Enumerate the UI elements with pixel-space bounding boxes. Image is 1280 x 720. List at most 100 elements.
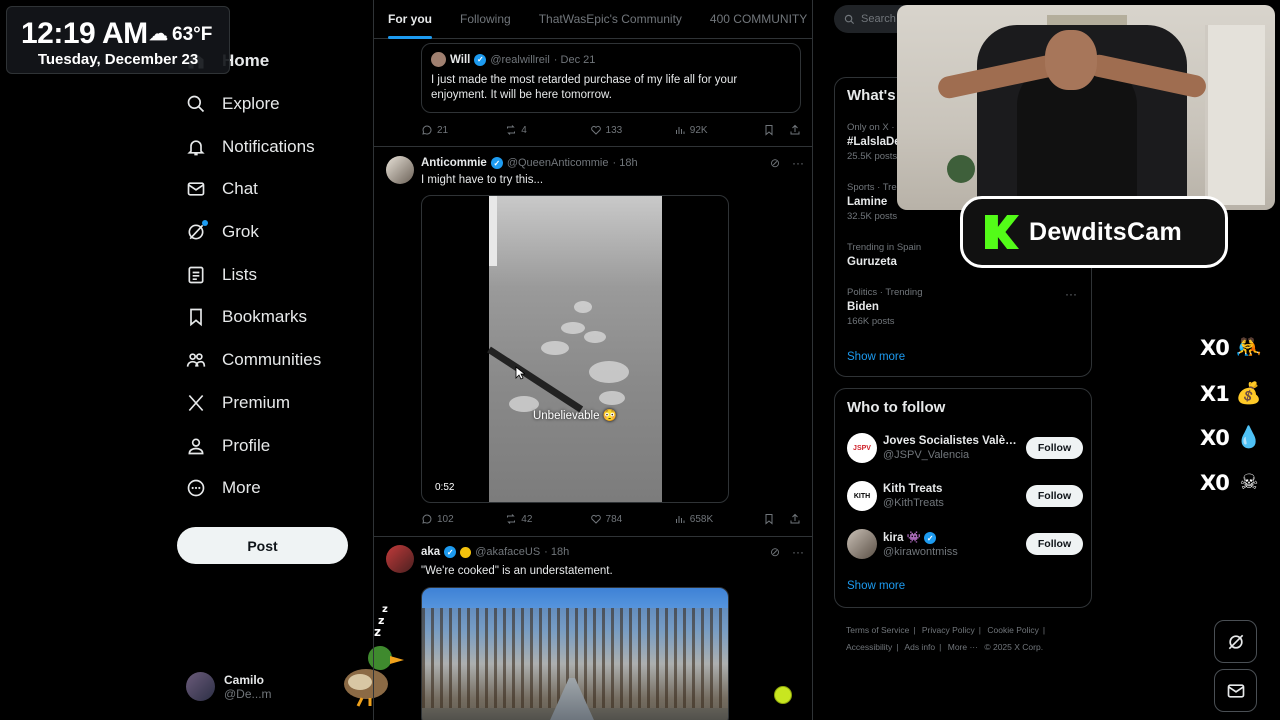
footer-cookie[interactable]: Cookie Policy: [987, 625, 1039, 635]
divider: [374, 536, 812, 537]
tweet-author-handle[interactable]: @akafaceUS: [475, 546, 540, 558]
stream-counter: X0 ☠: [1200, 470, 1264, 495]
footer-separator: |: [978, 625, 982, 635]
repost-count: 42: [521, 513, 533, 525]
follow-suggestion[interactable]: kira 👾 ✓ @kirawontmiss Follow: [847, 529, 1083, 559]
suggestion-handle: @kirawontmiss: [883, 546, 958, 559]
grok-icon[interactable]: ⊘: [770, 156, 780, 170]
avatar[interactable]: [386, 156, 414, 184]
video-caption: Unbelievable 😳: [532, 410, 617, 422]
footer-ads-info[interactable]: Ads info: [904, 642, 935, 652]
footer-accessibility[interactable]: Accessibility: [846, 642, 892, 652]
tab-thatwasepic-community[interactable]: ThatWasEpic's Community: [525, 0, 696, 39]
nav-label: Grok: [222, 222, 259, 242]
tweet-header: Anticommie ✓ @QueenAnticommie · 18h ⊘ ··…: [386, 156, 804, 186]
messages-button[interactable]: [1214, 669, 1257, 712]
nav-item-premium[interactable]: Premium: [178, 382, 368, 425]
tweet-image[interactable]: [421, 587, 729, 720]
nav-item-communities[interactable]: Communities: [178, 339, 368, 382]
share-icon[interactable]: [789, 124, 801, 136]
grok-button[interactable]: [1214, 620, 1257, 663]
bookmark-icon[interactable]: [763, 513, 775, 525]
repost-button[interactable]: 42: [505, 513, 589, 525]
kick-logo-icon: [985, 215, 1019, 249]
more-options-icon[interactable]: ···: [792, 545, 804, 559]
follow-button[interactable]: Follow: [1026, 437, 1083, 459]
tweet-actions: 21 4 133 92K: [421, 124, 801, 136]
stream-counter: X0 💧: [1200, 426, 1264, 450]
trend-item[interactable]: Politics · Trending Biden 166K posts ···: [847, 287, 1083, 327]
who-to-follow-show-more[interactable]: Show more: [847, 580, 905, 592]
avatar[interactable]: [386, 545, 414, 573]
footer-terms[interactable]: Terms of Service: [846, 625, 909, 635]
video-puddle: [574, 301, 592, 313]
quoted-tweet[interactable]: Will ✓ @realwillreil · Dec 21 I just mad…: [421, 43, 801, 113]
nav-item-profile[interactable]: Profile: [178, 424, 368, 467]
nav-item-grok[interactable]: Grok: [178, 211, 368, 254]
footer-privacy[interactable]: Privacy Policy: [922, 625, 975, 635]
video-player[interactable]: Unbelievable 😳 0:52: [421, 195, 729, 503]
view-count: 92K: [689, 124, 708, 136]
reply-button[interactable]: 21: [421, 124, 505, 136]
tab-400-community[interactable]: 400 COMMUNITY: [696, 0, 812, 39]
tweet-author-handle[interactable]: @QueenAnticommie: [507, 157, 609, 169]
clock-date: Tuesday, December 23: [37, 51, 199, 68]
account-switcher[interactable]: Camilo @De...m: [186, 672, 272, 701]
repost-button[interactable]: 4: [505, 124, 589, 136]
tab-for-you[interactable]: For you: [374, 0, 446, 39]
trends-show-more[interactable]: Show more: [847, 351, 905, 363]
timeline-tabs: For you Following ThatWasEpic's Communit…: [374, 0, 812, 39]
reply-count: 102: [437, 513, 454, 525]
nav-label: Bookmarks: [222, 307, 308, 327]
droplets-icon: 💧: [1235, 426, 1263, 449]
views-button[interactable]: 92K: [674, 124, 763, 136]
tweet-time[interactable]: · 18h: [544, 546, 569, 558]
like-button[interactable]: 133: [590, 124, 674, 136]
lists-icon: [186, 265, 206, 285]
follow-suggestion[interactable]: KITH Kith Treats @KithTreats Follow: [847, 481, 1083, 511]
nav-item-chat[interactable]: Chat: [178, 168, 368, 211]
webcam-overlay: [897, 5, 1275, 210]
repost-icon: [507, 125, 516, 135]
grok-icon[interactable]: ⊘: [770, 545, 780, 559]
overlay-clock: 12:19 AM ☁ 63°F Tuesday, December 23: [6, 6, 230, 74]
more-options-icon[interactable]: ···: [792, 156, 804, 170]
more-options-icon[interactable]: ···: [1065, 287, 1077, 301]
verified-badge-icon: ✓: [444, 546, 457, 558]
money-bag-icon: 💰: [1235, 382, 1263, 405]
bookmark-icon[interactable]: [763, 124, 775, 136]
mail-icon: [1227, 683, 1244, 698]
tweet-author-name[interactable]: Anticommie: [421, 157, 487, 169]
tweet-author-name[interactable]: aka: [421, 546, 440, 558]
who-to-follow-title: Who to follow: [847, 399, 946, 416]
nav-item-bookmarks[interactable]: Bookmarks: [178, 296, 368, 339]
share-icon[interactable]: [789, 513, 801, 525]
nav-item-explore[interactable]: Explore: [178, 83, 368, 126]
video-puddle: [584, 331, 606, 343]
repost-count: 4: [521, 124, 527, 136]
heart-icon: [590, 125, 601, 135]
nav-label: More: [222, 478, 261, 498]
cloud-icon: ☁: [149, 24, 168, 45]
views-button[interactable]: 658K: [674, 513, 763, 525]
stream-counter: X0 🤼: [1200, 336, 1264, 360]
trend-context: Politics · Trending: [847, 287, 923, 298]
follow-button[interactable]: Follow: [1026, 485, 1083, 507]
tweet-header: aka ✓ @akafaceUS · 18h ⊘ ··· "We're cook…: [386, 545, 804, 577]
tweet-time[interactable]: · 18h: [612, 157, 637, 169]
follow-button[interactable]: Follow: [1026, 533, 1083, 555]
tab-following[interactable]: Following: [446, 0, 525, 39]
follow-suggestion[interactable]: JSPV Joves Socialistes Valèn... @JSPV_Va…: [847, 433, 1083, 463]
post-button[interactable]: Post: [177, 527, 348, 564]
footer-separator: |: [896, 642, 899, 652]
cam-door: [1205, 25, 1265, 205]
suggestion-handle: @KithTreats: [883, 497, 944, 509]
nav-item-more[interactable]: More: [178, 467, 368, 510]
footer-more[interactable]: More ···: [948, 642, 978, 652]
reply-button[interactable]: 102: [421, 513, 505, 525]
nav-label: Chat: [222, 179, 258, 199]
like-button[interactable]: 784: [590, 513, 674, 525]
nav-item-notifications[interactable]: Notifications: [178, 125, 368, 168]
footer-separator: |: [939, 642, 942, 652]
nav-item-lists[interactable]: Lists: [178, 253, 368, 296]
